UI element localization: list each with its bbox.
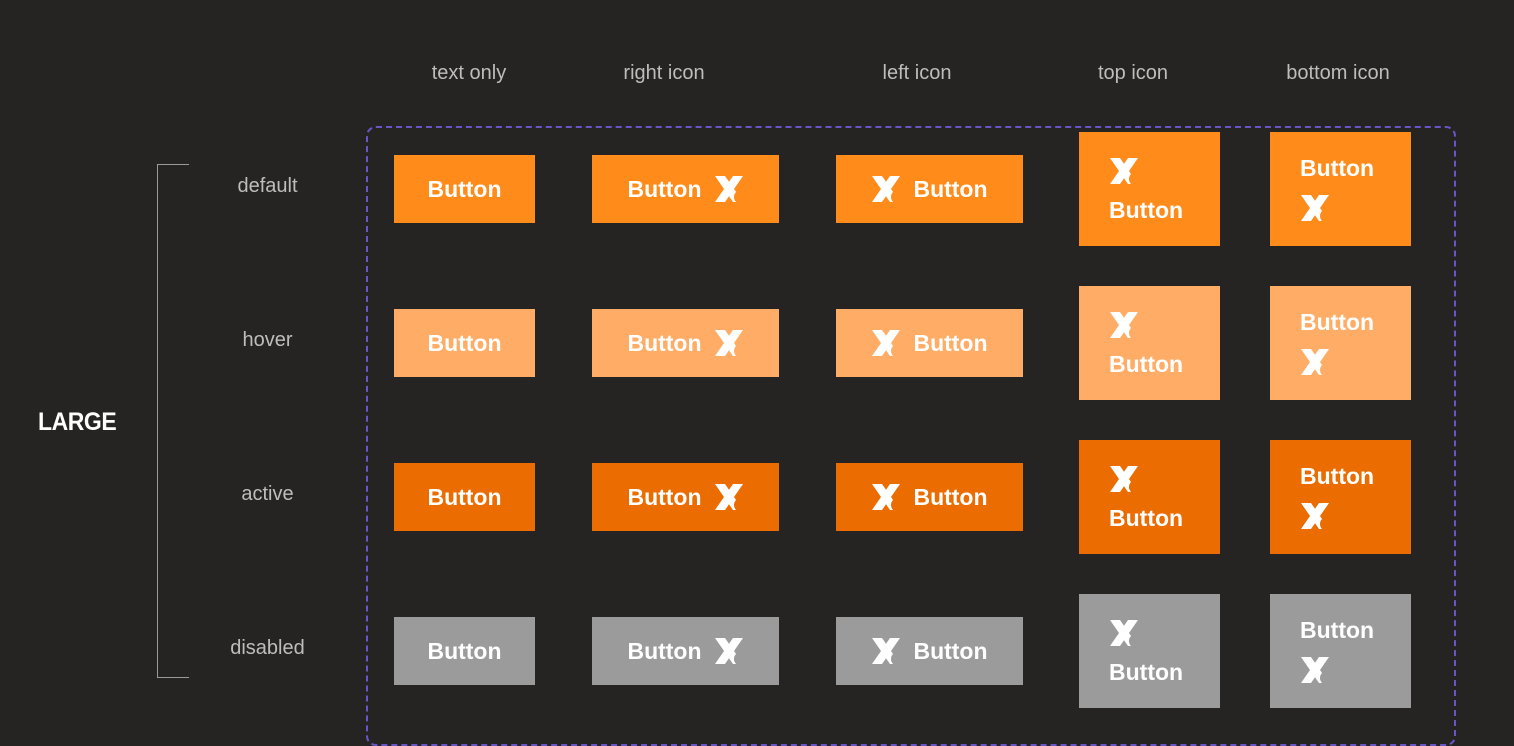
column-header-top-icon: top icon — [1097, 62, 1169, 84]
button-right-hover[interactable]: Button — [592, 309, 779, 377]
button-top-hover[interactable]: Button — [1079, 286, 1220, 400]
button-label: Button — [1109, 658, 1184, 685]
button-text-disabled: Button — [394, 617, 535, 685]
brand-x-icon — [714, 330, 744, 357]
button-label: Button — [627, 637, 702, 664]
button-right-disabled: Button — [592, 617, 779, 685]
column-header-left-icon: left icon — [882, 62, 952, 84]
brand-x-icon — [1301, 502, 1330, 530]
button-top-default[interactable]: Button — [1079, 132, 1220, 246]
button-label: Button — [627, 175, 702, 202]
brand-x-icon — [1110, 157, 1139, 185]
button-label: Button — [1109, 504, 1184, 531]
button-label: Button — [1109, 350, 1184, 377]
button-label: Button — [913, 329, 988, 356]
brand-x-icon — [714, 484, 744, 511]
button-label: Button — [1300, 616, 1375, 643]
button-right-default[interactable]: Button — [592, 155, 779, 223]
size-label: LARGE — [38, 408, 117, 436]
brand-x-icon — [872, 484, 902, 511]
brand-x-icon — [714, 176, 744, 203]
button-left-default[interactable]: Button — [836, 155, 1023, 223]
button-label: Button — [427, 329, 502, 356]
button-text-hover[interactable]: Button — [394, 309, 535, 377]
button-label: Button — [1300, 308, 1375, 335]
button-left-hover[interactable]: Button — [836, 309, 1023, 377]
button-label: Button — [1300, 154, 1375, 181]
size-bracket — [157, 164, 189, 678]
button-left-active[interactable]: Button — [836, 463, 1023, 531]
brand-x-icon — [872, 330, 902, 357]
row-label-active: active — [241, 483, 294, 505]
button-bottom-hover[interactable]: Button — [1270, 286, 1411, 400]
brand-x-icon — [1301, 194, 1330, 222]
button-label: Button — [427, 483, 502, 510]
brand-x-icon — [1301, 656, 1330, 684]
button-label: Button — [913, 483, 988, 510]
row-label-hover: hover — [242, 329, 293, 351]
column-header-right-icon: right icon — [623, 62, 705, 84]
brand-x-icon — [714, 638, 744, 665]
brand-x-icon — [1110, 619, 1139, 647]
button-left-disabled: Button — [836, 617, 1023, 685]
button-label: Button — [627, 483, 702, 510]
button-label: Button — [913, 175, 988, 202]
brand-x-icon — [872, 176, 902, 203]
brand-x-icon — [1110, 465, 1139, 493]
button-top-active[interactable]: Button — [1079, 440, 1220, 554]
button-label: Button — [1300, 462, 1375, 489]
brand-x-icon — [1301, 348, 1330, 376]
row-label-disabled: disabled — [230, 637, 305, 659]
button-text-default[interactable]: Button — [394, 155, 535, 223]
button-bottom-active[interactable]: Button — [1270, 440, 1411, 554]
button-top-disabled: Button — [1079, 594, 1220, 708]
button-right-active[interactable]: Button — [592, 463, 779, 531]
button-label: Button — [627, 329, 702, 356]
button-label: Button — [427, 175, 502, 202]
button-bottom-default[interactable]: Button — [1270, 132, 1411, 246]
brand-x-icon — [1110, 311, 1139, 339]
button-label: Button — [913, 637, 988, 664]
row-label-default: default — [237, 175, 298, 197]
button-label: Button — [1109, 196, 1184, 223]
button-label: Button — [427, 637, 502, 664]
button-text-active[interactable]: Button — [394, 463, 535, 531]
column-header-bottom-icon: bottom icon — [1286, 62, 1390, 84]
column-header-text-only: text only — [431, 62, 507, 84]
brand-x-icon — [872, 638, 902, 665]
button-bottom-disabled: Button — [1270, 594, 1411, 708]
